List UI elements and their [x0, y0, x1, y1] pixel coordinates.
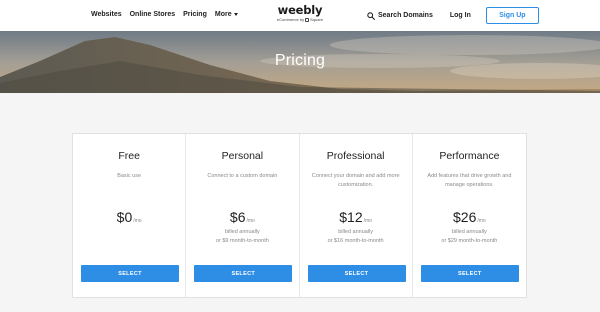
plan-description: Connect to a custom domain	[207, 173, 278, 179]
signup-button[interactable]: Sign Up	[485, 7, 539, 24]
plan-price: $0/mo	[73, 209, 185, 227]
plan-name: Personal	[221, 150, 264, 162]
nav-more-menu[interactable]: More	[215, 11, 238, 18]
pricing-hero-banner: Pricing	[0, 31, 600, 93]
billing-annual: billed annually	[224, 229, 260, 235]
plan-description: Basic use	[117, 173, 142, 179]
plan-description: Connect your domain and add more customi…	[311, 173, 400, 188]
price-unit: /mo	[246, 218, 255, 224]
plan-price: $12/mo	[300, 209, 412, 227]
billing-annual: billed annually	[451, 229, 487, 235]
logo-tagline-prefix: eCommerce by	[276, 17, 305, 22]
price-unit: /mo	[477, 218, 486, 224]
plan-name: Professional	[326, 150, 385, 162]
plan-card-professional: Professional Connect your domain and add…	[300, 134, 413, 297]
billing-monthly: or $16 month-to-month	[327, 238, 384, 244]
billing-monthly: or $9 month-to-month	[215, 238, 269, 244]
plan-card-performance: Performance Add features that drive grow…	[413, 134, 526, 297]
nav-link-online-stores[interactable]: Online Stores	[130, 11, 176, 18]
price-unit: /mo	[133, 218, 142, 224]
chevron-down-icon	[233, 13, 238, 16]
price-unit: /mo	[363, 218, 372, 224]
search-icon	[367, 11, 375, 20]
page-title: Pricing	[274, 52, 326, 69]
nav-more-label: More	[214, 11, 232, 18]
logo-tagline: eCommerce by Square	[274, 17, 326, 23]
price-amount: $6	[229, 209, 246, 225]
select-professional-button[interactable]: SELECT	[307, 265, 406, 282]
billing-annual: billed annually	[338, 229, 374, 235]
plan-card-personal: Personal Connect to a custom domain $6/m…	[186, 134, 300, 297]
price-amount: $26	[453, 209, 477, 225]
plan-name: Performance	[439, 150, 500, 162]
primary-nav: Websites Online Stores Pricing More	[91, 11, 238, 18]
search-domains-label: Search Domains	[378, 12, 433, 19]
select-free-button[interactable]: SELECT	[81, 265, 179, 282]
billing-monthly: or $29 month-to-month	[441, 238, 498, 244]
search-domains-link[interactable]: Search Domains	[367, 11, 433, 20]
square-logo-icon	[305, 18, 310, 22]
price-amount: $0	[116, 209, 133, 225]
price-amount: $12	[339, 209, 363, 225]
billing-info: billed annually or $16 month-to-month	[300, 228, 412, 246]
login-link[interactable]: Log In	[450, 12, 471, 19]
pricing-plans: Free Basic use $0/mo SELECT Personal Con…	[72, 133, 527, 298]
nav-link-pricing[interactable]: Pricing	[183, 11, 207, 18]
logo-wordmark: weebly	[277, 3, 323, 17]
plan-price: $26/mo	[413, 209, 526, 227]
weebly-logo[interactable]: weebly eCommerce by Square	[274, 4, 326, 23]
account-nav: Search Domains Log In Sign Up	[367, 7, 539, 24]
plan-name: Free	[118, 150, 140, 162]
plan-card-free: Free Basic use $0/mo SELECT	[73, 134, 187, 297]
logo-tagline-brand: Square	[310, 17, 324, 22]
top-navigation-bar: Websites Online Stores Pricing More weeb…	[0, 0, 600, 31]
plan-description: Add features that drive growth and manag…	[427, 173, 512, 188]
nav-link-websites[interactable]: Websites	[91, 11, 122, 18]
billing-info: billed annually or $29 month-to-month	[413, 228, 526, 246]
billing-info: billed annually or $9 month-to-month	[186, 228, 298, 246]
plan-price: $6/mo	[186, 209, 298, 227]
select-personal-button[interactable]: SELECT	[194, 265, 293, 282]
select-performance-button[interactable]: SELECT	[420, 265, 519, 282]
